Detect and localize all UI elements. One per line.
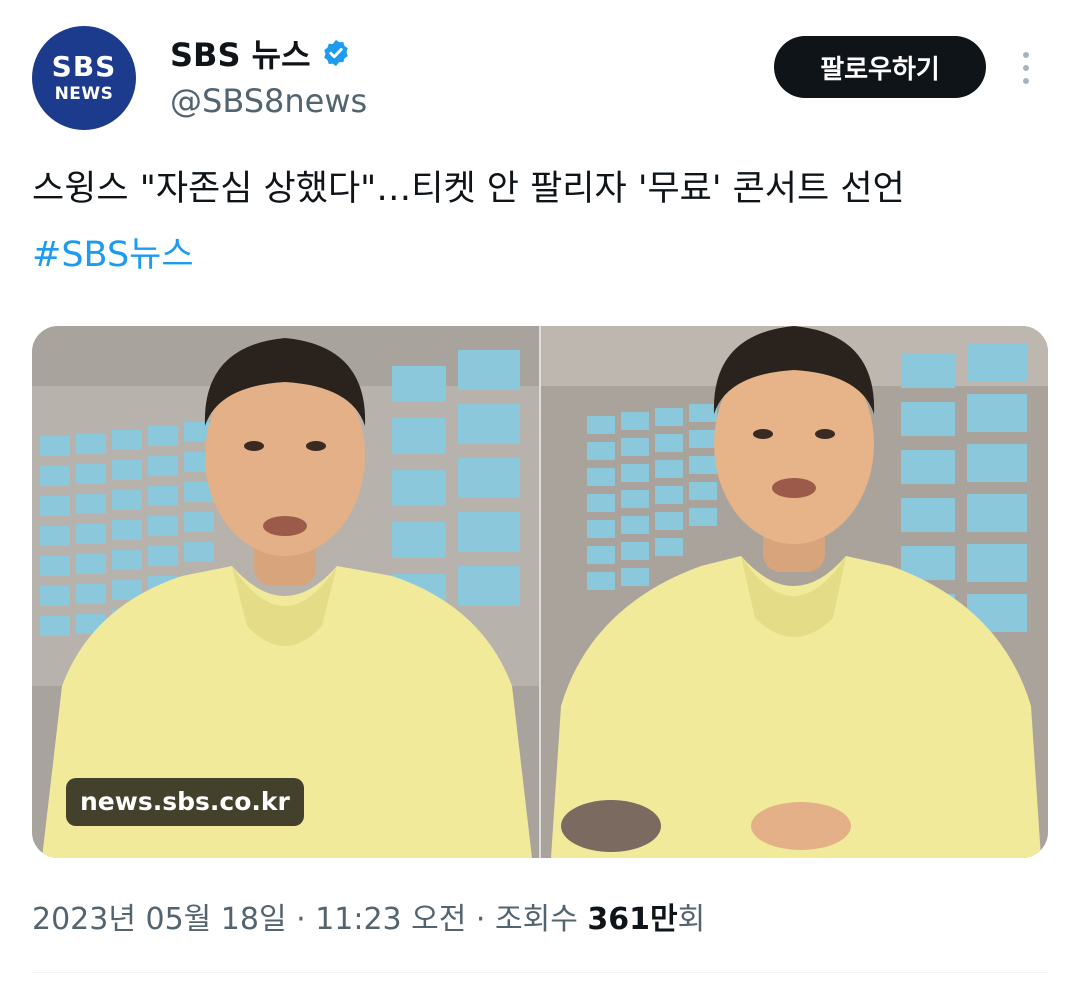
avatar-logo-sbs: SBS xyxy=(51,50,117,83)
media-grid: news.sbs.co.kr xyxy=(32,326,1048,858)
views-label: 조회수 xyxy=(495,902,588,937)
views-count: 361만 xyxy=(587,902,678,937)
tweet-header: SBS NEWS SBS 뉴스 @SBS8news 팔로우하기 xyxy=(32,26,1048,130)
tweet-time[interactable]: 11:23 오전 xyxy=(315,902,466,937)
divider xyxy=(32,972,1048,973)
meta-separator: · xyxy=(286,902,316,937)
media-image-left[interactable]: news.sbs.co.kr xyxy=(32,326,539,858)
hashtag-link[interactable]: #SBS뉴스 xyxy=(32,226,194,277)
more-vertical-icon[interactable] xyxy=(1014,48,1038,88)
account-names: SBS 뉴스 @SBS8news xyxy=(170,30,367,120)
tweet-meta: 2023년 05월 18일 · 11:23 오전 · 조회수 361만회 xyxy=(32,894,705,938)
meta-separator: · xyxy=(466,902,495,937)
avatar[interactable]: SBS NEWS xyxy=(32,26,136,130)
account-handle[interactable]: @SBS8news xyxy=(170,82,367,120)
tweet-date[interactable]: 2023년 05월 18일 xyxy=(32,902,287,937)
link-source-label[interactable]: news.sbs.co.kr xyxy=(66,778,304,826)
follow-button[interactable]: 팔로우하기 xyxy=(774,36,986,98)
media-image-right[interactable] xyxy=(541,326,1048,858)
verified-badge-icon xyxy=(323,39,348,67)
display-name[interactable]: SBS 뉴스 xyxy=(170,30,311,76)
tweet-text: 스윙스 "자존심 상했다"…티켓 안 팔리자 '무료' 콘서트 선언 xyxy=(32,169,905,209)
views-suffix: 회 xyxy=(677,902,706,937)
avatar-logo-news: NEWS xyxy=(54,84,114,104)
